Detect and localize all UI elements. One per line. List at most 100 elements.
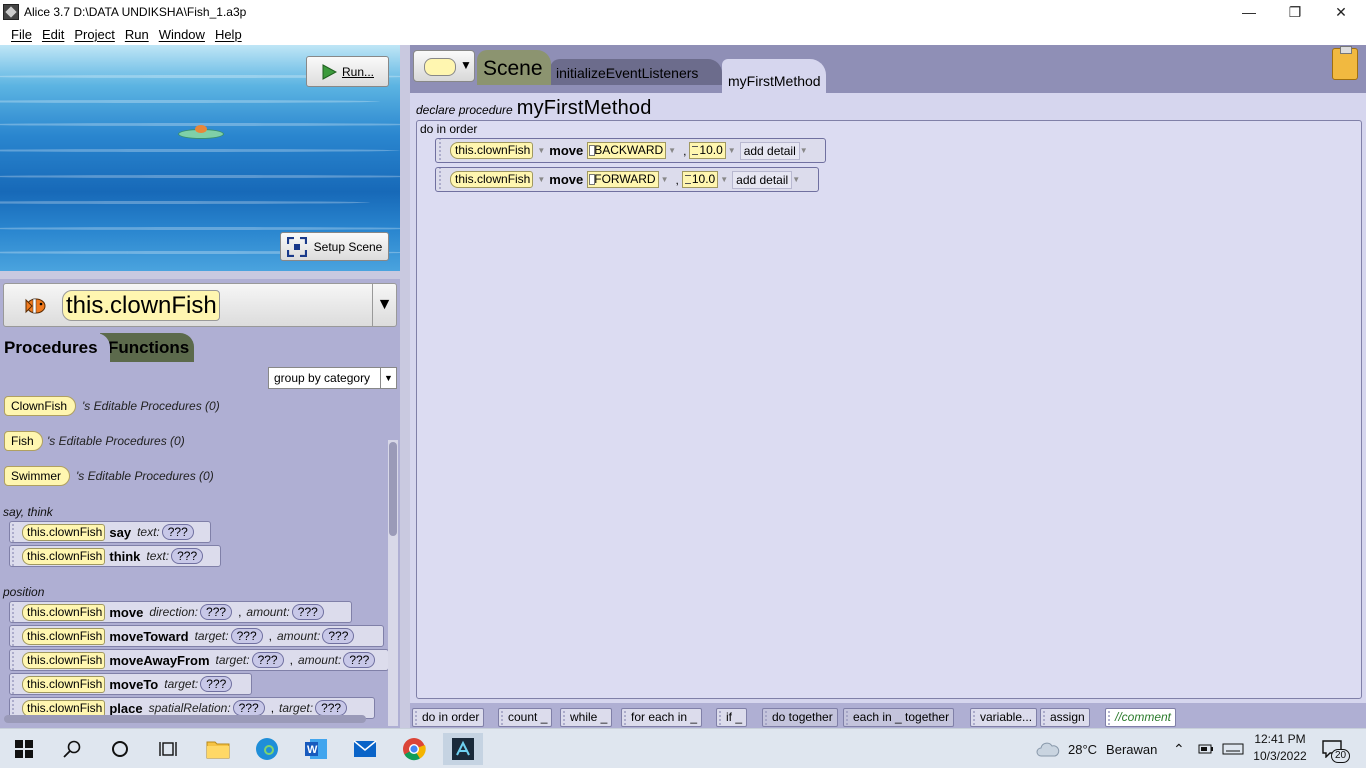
ctl-variable[interactable]: variable... [970, 708, 1038, 727]
clownfish-icon [25, 298, 46, 314]
mail-icon [353, 740, 377, 757]
chevron-up-icon[interactable]: ⌃ [1173, 729, 1185, 769]
chrome-button[interactable] [394, 733, 434, 765]
tile-move-toward[interactable]: this.clownFish moveToward target: ??? , … [9, 625, 384, 647]
folder-icon [206, 741, 230, 759]
tab-procedures[interactable]: Procedures [0, 333, 110, 362]
param-value: ??? [200, 604, 233, 620]
object-pill: this.clownFish [22, 675, 106, 693]
vertical-splitter[interactable] [400, 45, 410, 728]
param-value: ??? [251, 652, 284, 668]
tab-initialize-event-listeners[interactable]: initializeEventListeners [550, 59, 722, 85]
task-view-button[interactable] [148, 733, 188, 765]
menu-project[interactable]: Project [74, 27, 114, 42]
horizontal-splitter[interactable] [0, 271, 400, 279]
direction-value[interactable]: FORWARD [587, 171, 659, 188]
cloud-icon [1036, 742, 1060, 757]
close-button[interactable]: ✕ [1318, 0, 1364, 24]
do-in-order-block[interactable]: do in order this.clownFish ▼ move BACKWAR… [416, 120, 1362, 699]
tile-move-to[interactable]: this.clownFish moveTo target: ??? [9, 673, 252, 695]
setup-scene-button[interactable]: Setup Scene [280, 232, 389, 261]
control-structures-bar: do in order count _ while _ for each in … [410, 703, 1366, 728]
direction-value[interactable]: BACKWARD [587, 142, 667, 159]
object-dropdown-arrow[interactable]: ▼ [372, 284, 396, 326]
battery-icon[interactable] [1198, 729, 1214, 769]
ctl-assign[interactable]: assign [1040, 708, 1090, 727]
notifications-button[interactable]: 20 [1322, 729, 1351, 769]
main-area: Run... Setup Scene this.clownFish ▼ Proc… [0, 45, 1366, 728]
object-pill[interactable]: this.clownFish [450, 171, 534, 188]
procedures-palette: group by category ▼ ClownFish 's Editabl… [0, 362, 400, 728]
scrollbar-thumb[interactable] [389, 442, 397, 536]
param-value: ??? [230, 628, 263, 644]
windows-logo-icon [15, 740, 33, 758]
minimize-button[interactable]: — [1226, 0, 1272, 24]
ctl-do-in-order[interactable]: do in order [412, 708, 485, 727]
maximize-button[interactable]: ❐ [1272, 0, 1318, 24]
search-icon [63, 740, 81, 758]
chrome-icon [403, 738, 426, 761]
amount-value[interactable]: 10.0 [689, 142, 726, 159]
ctl-count[interactable]: count _ [498, 708, 553, 727]
object-selector[interactable]: this.clownFish ▼ [3, 283, 397, 327]
add-detail-button[interactable]: add detail [739, 141, 800, 160]
clownfish-model[interactable] [178, 125, 224, 139]
edge-button[interactable] [247, 733, 287, 765]
file-explorer-button[interactable] [198, 733, 238, 765]
tab-my-first-method[interactable]: myFirstMethod [722, 59, 826, 93]
word-button[interactable]: W [296, 733, 336, 765]
type-selector-button[interactable]: ▼ [413, 50, 475, 82]
menu-run[interactable]: Run [125, 27, 149, 42]
method-name: moveToward [109, 628, 189, 644]
param-value: ??? [200, 676, 233, 692]
clock-date: 10/3/2022 [1253, 749, 1307, 763]
task-view-icon [159, 742, 177, 756]
keyboard-icon[interactable] [1222, 729, 1244, 769]
scene-view: Run... Setup Scene [0, 45, 400, 271]
palette-horizontal-scrollbar[interactable] [4, 715, 366, 723]
statement-move-forward[interactable]: this.clownFish ▼ move FORWARD ▼ , 10.0 ▼ ad… [435, 167, 819, 192]
tile-say[interactable]: this.clownFish say text: ??? [9, 521, 211, 543]
ctl-do-together[interactable]: do together [762, 708, 838, 727]
cortana-icon [112, 741, 128, 757]
param-value: ??? [322, 628, 355, 644]
method-declaration: declare procedure myFirstMethod [416, 97, 652, 120]
tile-move-away-from[interactable]: this.clownFish moveAwayFrom target: ??? … [9, 649, 389, 671]
menu-edit[interactable]: Edit [42, 27, 64, 42]
amount-value[interactable]: 10.0 [681, 171, 719, 188]
ctl-each-in-together[interactable]: each in _ together [843, 708, 955, 727]
tile-think[interactable]: this.clownFish think text: ??? [9, 545, 221, 567]
title-bar: Alice 3.7 D:\DATA UNDIKSHA\Fish_1.a3p — … [0, 0, 1366, 24]
tile-move[interactable]: this.clownFish move direction: ??? , amo… [9, 601, 352, 623]
run-button[interactable]: Run... [306, 56, 389, 87]
weather-widget[interactable]: 28°C Berawan [1036, 729, 1157, 769]
object-pill[interactable]: this.clownFish [450, 142, 534, 159]
add-detail-button[interactable]: add detail [732, 170, 793, 189]
menu-window[interactable]: Window [159, 27, 205, 42]
ctl-comment[interactable]: //comment [1105, 708, 1177, 727]
type-clownfish[interactable]: ClownFish [4, 396, 77, 416]
menu-help[interactable]: Help [215, 27, 242, 42]
statement-move-backward[interactable]: this.clownFish ▼ move BACKWARD ▼ , 10.0 ▼ a… [435, 138, 826, 163]
start-button[interactable] [4, 733, 44, 765]
ctl-while[interactable]: while _ [560, 708, 613, 727]
type-swimmer[interactable]: Swimmer [4, 466, 70, 486]
svg-text:W: W [307, 744, 318, 756]
alice-taskbar-button[interactable] [443, 733, 483, 765]
type-fish[interactable]: Fish [4, 431, 43, 451]
menu-file[interactable]: File [11, 27, 32, 42]
clock[interactable]: 12:41 PM 10/3/2022 [1252, 731, 1308, 765]
tab-functions[interactable]: Functions [100, 333, 194, 362]
ctl-for-each-in[interactable]: for each in _ [621, 708, 703, 727]
group-by-select[interactable]: group by category ▼ [268, 367, 397, 389]
tab-scene[interactable]: Scene [477, 50, 551, 85]
object-pill: this.clownFish [22, 523, 106, 541]
palette-vertical-scrollbar[interactable] [388, 440, 398, 726]
selected-object-name: this.clownFish [62, 290, 220, 321]
do-in-order-label: do in order [420, 122, 478, 136]
clipboard-icon[interactable] [1332, 46, 1358, 80]
cortana-button[interactable] [100, 733, 140, 765]
ctl-if[interactable]: if _ [716, 708, 748, 727]
mail-button[interactable] [345, 733, 385, 765]
search-button[interactable] [52, 733, 92, 765]
